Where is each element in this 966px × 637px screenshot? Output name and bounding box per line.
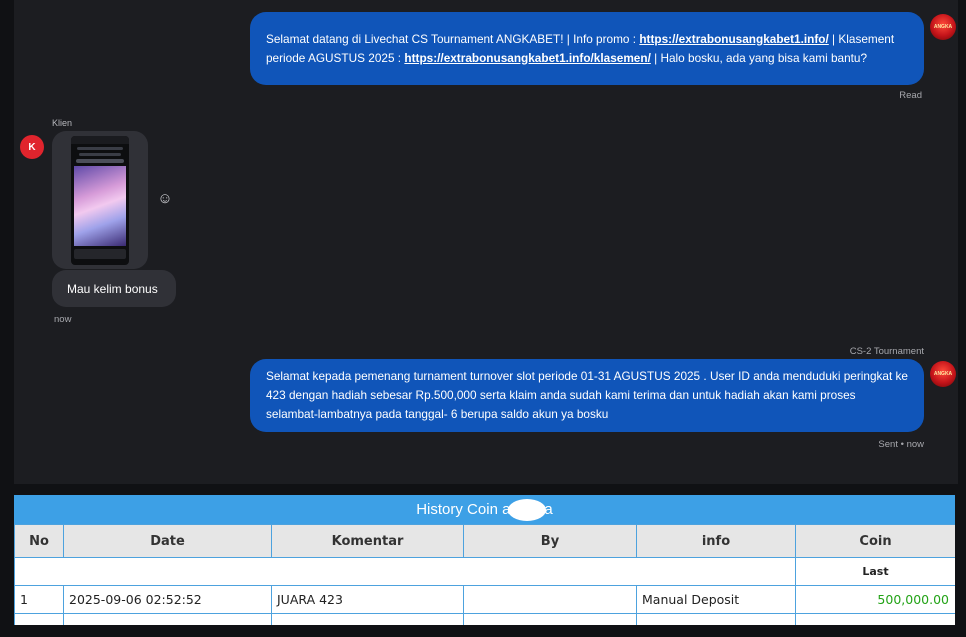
agent-sender-name: CS-2 Tournament [849,346,924,357]
client-avatar: K [20,135,44,159]
agent-message-text: Selamat datang di Livechat CS Tournament… [266,31,895,65]
agent-message-text: Selamat kepada pemenang turnament turnov… [266,369,908,421]
bottom-edge [0,625,966,637]
cell-coin: 500,000.00 [795,585,955,614]
history-title: History Coin aa [14,495,955,524]
client-message-time: now [54,314,72,325]
chat-panel: Selamat datang di Livechat CS Tournament… [14,0,958,484]
coin-last-label: Last [795,557,955,586]
agent-message-bubble: Selamat datang di Livechat CS Tournament… [250,12,924,85]
read-status: Read [899,90,922,101]
cell-no: 1 [14,585,64,614]
cell-date: 2025-09-06 02:52:52 [63,585,272,614]
redaction-mark [508,498,547,521]
client-message-bubble: Mau kelim bonus [52,270,176,307]
col-info: info [636,524,796,558]
klasemen-link[interactable]: https://extrabonusangkabet1.info/klaseme… [404,51,650,65]
add-reaction-icon[interactable]: ☺ [156,190,174,208]
col-coin: Coin [795,524,955,558]
cell-komentar: JUARA 423 [271,585,464,614]
agent-avatar: ANGKA [930,14,956,40]
sent-status: Sent • now [878,439,924,450]
agent-avatar: ANGKA [930,361,956,387]
col-komentar: Komentar [271,524,464,558]
col-by: By [463,524,637,558]
cell-by [463,585,637,614]
client-name: Klien [52,118,73,128]
col-no: No [14,524,64,558]
history-coin-table: History Coin aa No Date Komentar By info… [14,495,955,625]
table-row: 1 2025-09-06 02:52:52 JUARA 423 Manual D… [14,585,955,614]
client-image-attachment[interactable] [52,131,148,269]
col-date: Date [63,524,272,558]
subheader-row: Last [14,557,955,586]
table-row-partial [14,613,955,625]
promo-link[interactable]: https://extrabonusangkabet1.info/ [639,32,828,46]
client-message-text: Mau kelim bonus [67,281,158,296]
history-grid: No Date Komentar By info Coin Last 1 202… [14,524,955,625]
cell-info: Manual Deposit [636,585,796,614]
agent-message-bubble: Selamat kepada pemenang turnament turnov… [250,359,924,432]
phone-screenshot-thumbnail [71,135,129,265]
